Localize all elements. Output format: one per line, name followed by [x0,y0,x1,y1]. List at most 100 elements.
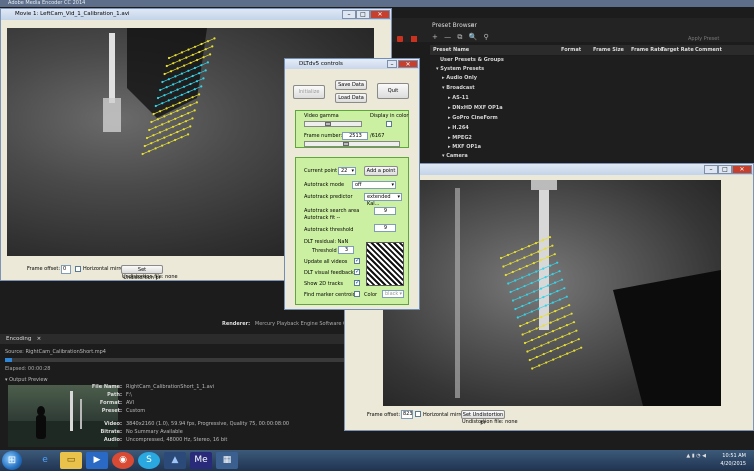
preset-item[interactable]: ▸ GoPro CineForm [448,115,498,121]
movie2-frame-offset-input[interactable]: 823 [401,410,413,419]
col-frame-rate[interactable]: Frame Rate [631,45,663,55]
dlt-visual-feedback-checkbox[interactable] [354,268,360,275]
threshold-input[interactable]: 9 [374,224,396,232]
threshold-label: Autotrack threshold [304,227,354,233]
video-gamma-slider[interactable] [304,121,362,127]
encoding-panel-tab[interactable]: Encoding × [0,334,346,344]
color-dropdown[interactable]: black [382,290,404,298]
preset-browser-close-icon[interactable]: × [470,22,475,29]
col-comment[interactable]: Comment [695,45,722,55]
start-queue-button[interactable] [397,36,403,42]
slider-thumb[interactable] [343,142,349,146]
movie1-title: Movie 1: LeftCam_Vid_1_Calibration_1.avi [1,9,391,20]
movie2-horizontal-mirror-checkbox[interactable] [415,411,421,417]
minimize-icon[interactable]: – [387,60,397,68]
add-point-button[interactable]: Add a point [364,166,398,176]
preset-item[interactable]: ▾ Camera [442,153,468,159]
col-format[interactable]: Format [561,45,581,55]
tree-arrow-icon: ▸ [448,105,451,111]
autotrack-predictor-dropdown[interactable]: extended Kal... [364,193,402,207]
renderer-label: Renderer: [222,321,251,327]
col-preset-name[interactable]: Preset Name [433,45,469,55]
current-point-dropdown[interactable]: 22 [338,167,356,175]
preset-item[interactable]: ▾ Broadcast [442,85,475,91]
renderer-value[interactable]: Mercury Playback Engine Software Only [255,321,355,327]
preset-item[interactable]: ▸ Audio Only [442,75,477,81]
movie1-frame-offset-input[interactable]: 0 [61,265,71,274]
media-encoder-icon[interactable]: Me [190,452,212,469]
frame-number-input[interactable]: 2513 [342,132,368,140]
dlt-visual-feedback-label: DLT visual feedback [304,270,354,276]
close-icon[interactable]: ✕ [398,60,418,68]
video-controls-panel: Video gamma Display in color Frame numbe… [295,110,409,148]
frame-slider[interactable] [304,141,400,147]
file-explorer-icon[interactable]: ▭ [60,452,82,469]
close-icon[interactable]: ✕ [732,165,752,174]
matlab-icon[interactable]: ▲ [164,452,186,469]
dlt-residual: DLT residual: NaN [304,239,349,245]
clock-date[interactable]: 4/20/2015 [708,461,746,467]
update-all-videos-checkbox[interactable] [354,257,360,264]
clock-time[interactable]: 10:51 AM [708,453,746,459]
preset-item-label: MPEG2 [452,135,472,141]
movie2-set-undistortion-button[interactable]: Set Undistortion pr [461,410,505,426]
tray-icons[interactable]: ▲ ▮ ◔ ◀ [672,453,706,459]
minimize-icon[interactable]: – [342,10,356,19]
start-button[interactable]: ⊞ [2,451,22,470]
initialize-button[interactable]: Initialize [293,85,325,99]
col-target-rate[interactable]: Target Rate [661,45,694,55]
maximize-icon[interactable]: □ [356,10,370,19]
save-data-button[interactable]: Save Data [335,80,367,90]
app-icon[interactable]: ▦ [216,452,238,469]
preset-item-label: H.264 [452,125,469,131]
preset-item[interactable]: ▸ DNxHD MXF OP1a [448,105,503,111]
load-data-button[interactable]: Load Data [335,93,367,103]
preset-item[interactable]: ▸ AS-11 [448,95,469,101]
preset-item[interactable]: ▸ MPEG2 [448,135,472,141]
ame-window-title: Adobe Media Encoder CC 2014 [0,0,754,7]
find-marker-centroid-checkbox[interactable] [354,291,360,297]
preset-item[interactable]: ▸ H.264 [448,125,469,131]
tracking-controls-panel: Current point 22 Add a point Autotrack m… [295,157,409,305]
output-preview-label[interactable]: ▾ Output Preview [5,377,48,383]
col-frame-size[interactable]: Frame Size [593,45,624,55]
meta-value: Uncompressed, 48000 Hz, Stereo, 16 bit [126,437,228,443]
encoding-source: Source: RightCam_CalibrationShort.mp4 [5,349,106,355]
show-2d-tracks-checkbox[interactable] [354,279,360,286]
video-gamma-label: Video gamma [304,113,339,119]
display-in-color-checkbox[interactable] [386,121,392,127]
apply-preset-button[interactable]: Apply Preset [688,36,719,42]
preset-item[interactable]: ▸ MXF OP1a [448,144,481,150]
meta-value: RightCam_CalibrationShort_1_1.avi [126,384,215,390]
slider-thumb[interactable] [325,122,331,126]
autotrack-mode-dropdown[interactable]: off [352,181,396,189]
skype-icon[interactable]: S [138,452,160,469]
threshold2-input[interactable]: 3 [338,246,354,254]
movie1-horizontal-mirror-checkbox[interactable] [75,266,81,272]
chrome-icon[interactable]: ◉ [112,452,134,469]
movie2-calibration-overlay [455,180,721,406]
close-icon[interactable]: ✕ [370,10,390,19]
preset-group-user[interactable]: User Presets & Groups [440,57,504,63]
maximize-icon[interactable]: □ [718,165,732,174]
find-marker-centroid-label: Find marker centroid [304,292,356,298]
movie2-video-frame[interactable] [383,180,721,406]
movie1-set-undistortion-button[interactable]: Set Undistortion pr [121,265,163,281]
internet-explorer-icon[interactable]: e [34,452,56,469]
preset-toolbar-icons[interactable]: + — ⧉ 🔍 ⚲ [432,33,491,42]
stop-queue-button[interactable] [411,36,417,42]
meta-value: No Summary Available [126,429,183,435]
quit-button[interactable]: Quit [377,83,409,99]
preset-item-label: Camera [446,153,468,159]
media-player-icon[interactable]: ▶ [86,452,108,469]
meta-value: 3840x2160 (1.0), 59.94 fps, Progressive,… [126,421,290,427]
encoding-close-icon[interactable]: × [37,336,42,342]
minimize-icon[interactable]: – [704,165,718,174]
search-area-input[interactable]: 9 [374,207,396,215]
encoding-tab-label: Encoding [6,336,32,342]
autotrack-mode-label: Autotrack mode [304,182,345,188]
preset-item-label: AS-11 [452,95,469,101]
preset-group-system[interactable]: ▾ System Presets [436,66,484,72]
preset-item-label: MXF OP1a [452,144,482,150]
meta-key: Bitrate: [100,429,122,435]
